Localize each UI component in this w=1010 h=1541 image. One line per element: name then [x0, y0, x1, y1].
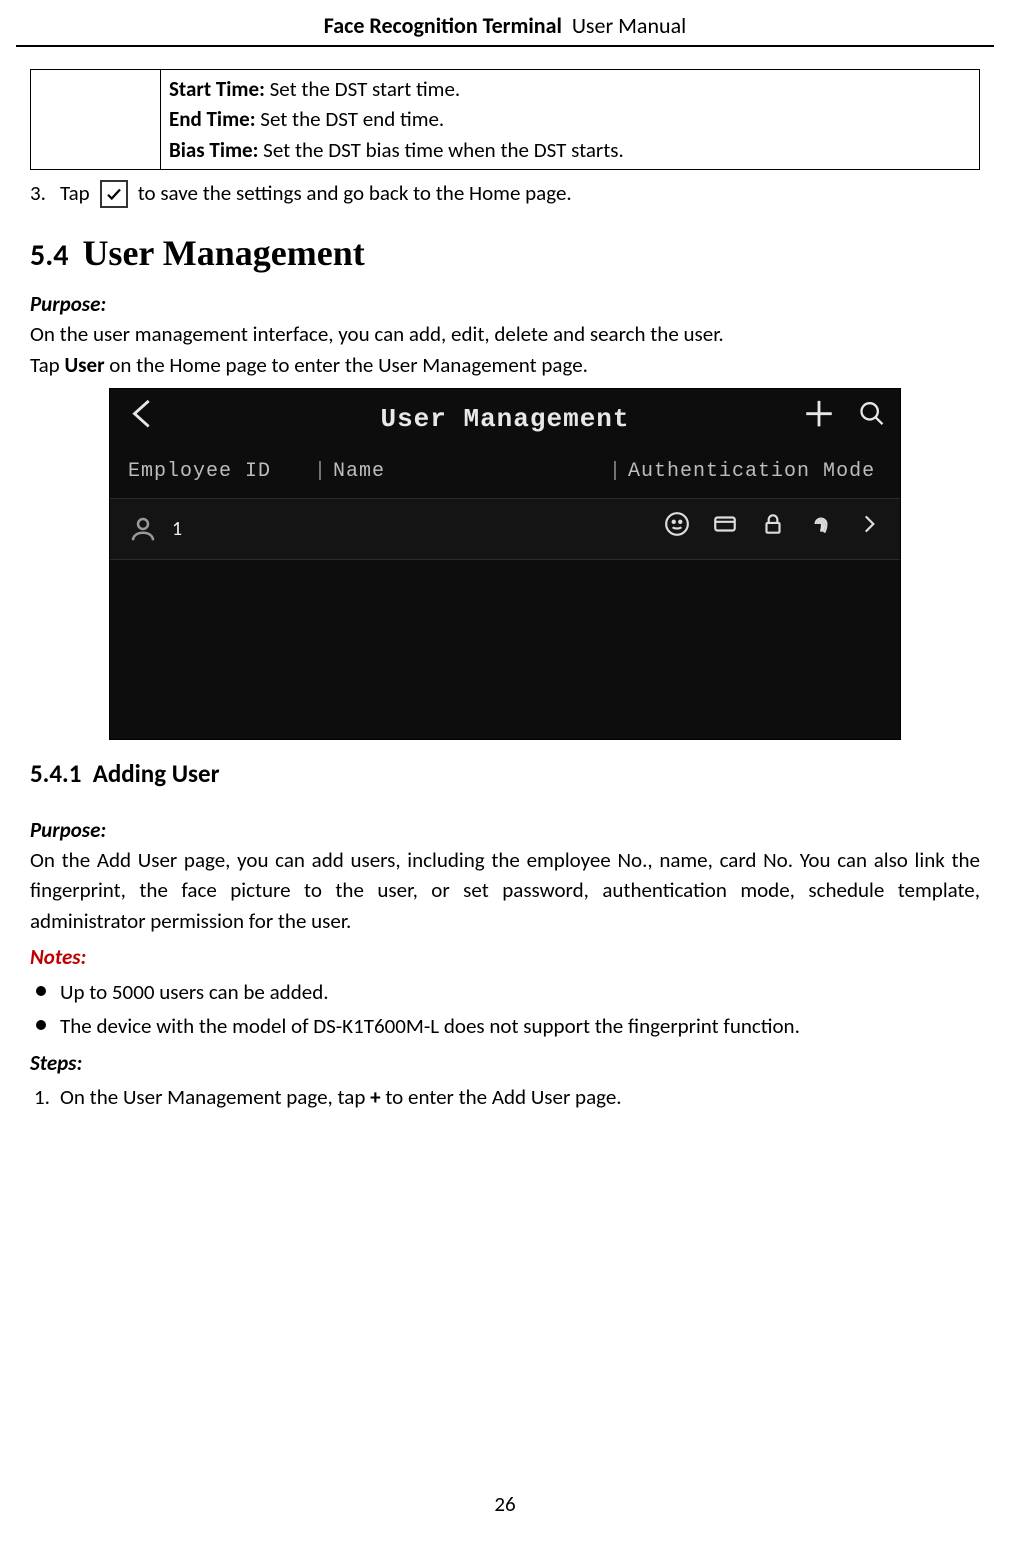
tap-user-line: Tap User on the Home page to enter the U… — [30, 350, 980, 380]
purpose-label: Purpose: — [30, 289, 980, 319]
lock-icon — [760, 511, 786, 548]
step-bold: + — [370, 1084, 380, 1110]
back-icon[interactable] — [126, 397, 160, 444]
section-heading: 5.4 User Management — [30, 227, 980, 279]
step-item: 1. On the User Management page, tap + to… — [34, 1082, 980, 1112]
col-name: Name — [333, 457, 603, 486]
subsection-heading: 5.4.1 Adding User — [30, 756, 980, 792]
tap-post: on the Home page to enter the User Manag… — [105, 352, 588, 378]
check-icon — [100, 180, 128, 208]
note-item: Up to 5000 users can be added. — [34, 977, 980, 1007]
device-column-headers: Employee ID | Name | Authentication Mode — [110, 451, 900, 498]
page-number: 26 — [0, 1491, 1010, 1517]
tap-bold: User — [64, 352, 104, 378]
step-num: 1. — [34, 1082, 50, 1112]
col-separator: | — [308, 457, 333, 486]
sub-purpose-label: Purpose: — [30, 815, 980, 845]
subsection-title: Adding User — [93, 758, 220, 789]
header-title-bold: Face Recognition Terminal — [324, 12, 562, 39]
dst-table: Start Time: Set the DST start time. End … — [30, 69, 980, 170]
person-icon — [128, 514, 158, 544]
add-icon[interactable] — [802, 397, 836, 444]
col-separator: | — [603, 457, 628, 486]
steps-list: 1. On the User Management page, tap + to… — [30, 1082, 980, 1112]
step-3-post: to save the settings and go back to the … — [138, 178, 572, 208]
step-pre: On the User Management page, tap — [60, 1084, 370, 1110]
dst-right-cell: Start Time: Set the DST start time. End … — [161, 70, 980, 170]
purpose-text: On the user management interface, you ca… — [30, 319, 980, 349]
section-number: 5.4 — [30, 237, 68, 274]
col-auth-mode: Authentication Mode — [628, 457, 882, 486]
user-row[interactable]: 1 — [110, 498, 900, 560]
dst-bias-desc: Set the DST bias time when the DST start… — [258, 137, 623, 163]
card-icon — [712, 511, 738, 548]
device-title: User Management — [380, 401, 629, 439]
step-3-pre: Tap — [60, 178, 90, 208]
dst-end-desc: Set the DST end time. — [256, 106, 445, 132]
steps-label: Steps: — [30, 1048, 980, 1078]
dst-left-cell — [31, 70, 161, 170]
tap-pre: Tap — [30, 352, 64, 378]
notes-list: Up to 5000 users can be added. The devic… — [30, 977, 980, 1042]
sub-purpose-text: On the Add User page, you can add users,… — [30, 845, 980, 936]
dst-start-desc: Set the DST start time. — [265, 76, 460, 102]
page-header: Face Recognition Terminal User Manual — [16, 0, 994, 47]
step-3-line: 3. Tap to save the settings and go back … — [30, 178, 980, 208]
col-employee-id: Employee ID — [128, 457, 308, 486]
fingerprint-icon — [808, 511, 834, 548]
device-titlebar: User Management — [110, 389, 900, 451]
section-title: User Management — [82, 233, 364, 273]
device-screenshot: User Management Employee ID | Name | Aut… — [109, 388, 901, 740]
subsection-number: 5.4.1 — [30, 758, 81, 789]
dst-start-label: Start Time: — [169, 76, 265, 102]
notes-label: Notes: — [30, 942, 980, 972]
note-item: The device with the model of DS-K1T600M-… — [34, 1011, 980, 1041]
step-3-num: 3. — [30, 178, 54, 208]
employee-id-value: 1 — [158, 515, 308, 544]
header-title-light: User Manual — [572, 12, 686, 39]
chevron-right-icon — [856, 511, 882, 548]
dst-bias-label: Bias Time: — [169, 137, 258, 163]
search-icon[interactable] — [858, 400, 886, 441]
step-post: to enter the Add User page. — [381, 1084, 622, 1110]
face-icon — [664, 511, 690, 548]
dst-end-label: End Time: — [169, 106, 256, 132]
